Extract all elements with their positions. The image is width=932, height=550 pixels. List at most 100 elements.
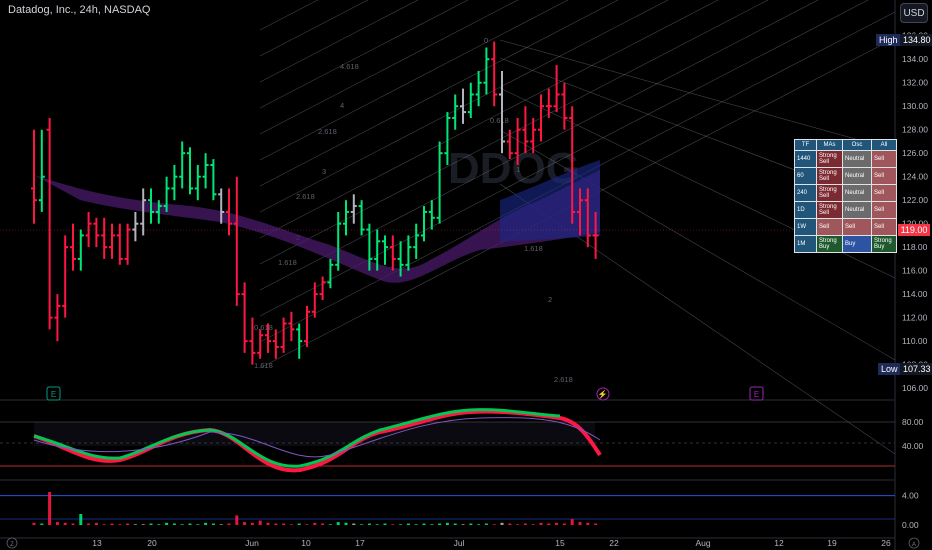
volume-bar [227,523,231,525]
low-label: Low [878,363,901,375]
event-label: E [754,390,759,399]
price-tick-label: 130.00 [902,101,928,111]
price-chart[interactable]: DDOG 4.61842.618312.61821.6181.6180.6180… [0,0,932,550]
price-tick-label: 112.00 [902,313,928,323]
chart-title: Datadog, Inc., 24h, NASDAQ [8,4,151,16]
price-tick-label: 116.00 [902,266,928,276]
volume-bar [102,524,106,525]
volume-bar [516,524,520,525]
ohlc-bar [31,129,37,224]
signal-osc: Neutral [842,184,872,202]
volume-bar [383,523,387,525]
signal-tf: 60 [794,167,817,185]
fib-level-label: 1.618 [524,244,543,253]
volume-bar [48,492,52,525]
volume-bar [492,524,496,525]
ohlc-bar [452,94,459,130]
ohlc-bar [101,217,108,259]
volume-bar [484,523,488,525]
price-tick-label: 128.00 [902,125,928,135]
fib-level-label: 4.618 [340,62,359,71]
volume-bar [180,524,184,525]
high-value: 134.80 [900,34,932,46]
price-tick-label: 110.00 [902,336,928,346]
volume-bar [71,523,75,525]
volume-bar [414,524,418,525]
volume-bar [196,524,200,525]
ohlc-bar [475,70,482,107]
volume-bar [477,524,481,525]
signal-all: Sell [871,218,897,236]
volume-bar [289,524,293,525]
time-tick-label: 13 [92,538,102,548]
signal-tf: 1W [794,218,817,236]
volume-bar [352,523,356,525]
signal-all: Sell [871,167,897,185]
volume-bar [328,524,332,525]
volume-bar [133,524,137,525]
volume-bar [438,523,442,525]
ohlc-bar [280,317,287,353]
volume-bar [126,523,130,525]
currency-button[interactable]: USD [900,3,928,23]
signal-osc: Neutral [842,167,872,185]
volume-bar [453,523,457,525]
time-tick-label: Jul [454,538,465,548]
ohlc-bar [319,276,326,301]
signal-mas: Strong Buy [816,235,843,253]
volume-bar [594,523,598,525]
volume-bar [297,523,301,525]
ohlc-bar [304,305,310,348]
time-tick-label: 19 [827,538,837,548]
current-price-tag: 119.00 [898,224,930,236]
ohlc-bar [93,217,100,248]
price-tick-label: 126.00 [902,148,928,158]
volume-bar [539,522,543,525]
time-tick-label: 15 [555,538,565,548]
price-tick-label: 118.00 [902,242,928,252]
fib-level-label: 2.618 [318,127,337,136]
price-tick-label: 132.00 [902,78,928,88]
fib-level-label: 0.618 [254,323,273,332]
volume-bar [282,523,286,525]
volume-bar [118,524,122,525]
ohlc-bar [257,329,264,359]
signal-tf: 1440 [794,150,817,168]
time-tick-label: 20 [147,538,157,548]
ohlc-bar [483,47,490,95]
fib-level-label: 4 [340,101,344,110]
volume-bar [110,523,114,525]
price-tick-label: 114.00 [902,289,928,299]
osc-tick-label: 80.00 [902,417,924,427]
ohlc-bar [545,88,552,118]
fib-level-label: 1.618 [254,361,273,370]
volume-bar [367,523,371,525]
volume-bar [406,523,410,525]
volume-bar [523,523,527,525]
ohlc-bar [389,235,396,271]
signal-osc: Neutral [842,150,872,168]
volume-bar [586,522,590,525]
ohlc-bar [350,194,357,224]
volume-bar [235,515,239,525]
ohlc-bar [405,235,412,271]
time-tick-label: 26 [881,538,891,548]
signal-mas: Strong Sell [816,150,843,168]
time-tick-label: 10 [301,538,311,548]
volume-bar [274,523,278,525]
volume-bar [430,524,434,525]
fib-channel-line [259,0,369,57]
high-label: High [876,34,901,46]
volume-bar [547,523,551,525]
ohlc-bar [85,211,92,248]
ohlc-bar [171,164,178,201]
signal-tf: 1D [794,201,817,219]
fib-level-label: 3 [322,167,326,176]
volume-bar [141,524,145,525]
volume-bar [204,522,208,525]
ohlc-bar [38,129,45,212]
fib-level-label: 2.618 [296,192,315,201]
ohlc-bar [202,153,209,189]
signal-mas: Strong Sell [816,167,843,185]
fib-level-label: 1 [516,165,520,174]
